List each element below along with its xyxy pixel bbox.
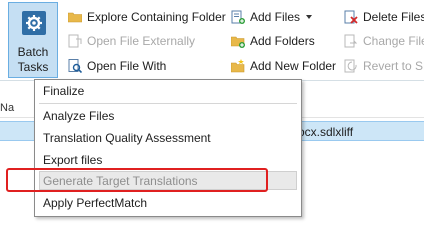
name-column-header[interactable]: Na <box>0 102 14 114</box>
batch-label-line2: Tasks <box>17 60 49 74</box>
delete-files-label: Delete Files <box>363 10 424 24</box>
batch-label-line1: Batch <box>17 45 49 59</box>
ribbon: Batch Tasks Explore Containing Folder Op… <box>0 0 424 81</box>
batch-tasks-menu: Finalize Analyze Files Translation Quali… <box>34 79 302 217</box>
add-files-icon <box>231 10 245 24</box>
menu-item-analyze-files[interactable]: Analyze Files <box>43 106 114 126</box>
highlight-annotation-box <box>6 168 268 192</box>
open-file-externally-button[interactable]: Open File Externally <box>68 31 195 51</box>
change-file-icon <box>344 34 358 48</box>
add-files-label: Add Files <box>250 10 301 24</box>
file-name-cell: ocx.sdlxliff <box>298 125 354 139</box>
menu-item-finalize[interactable]: Finalize <box>43 81 84 101</box>
search-file-icon <box>68 59 83 74</box>
add-new-folder-label: Add New Folder <box>250 59 337 73</box>
change-file-button[interactable]: Change File <box>344 31 424 51</box>
menu-item-apply-perfectmatch[interactable]: Apply PerfectMatch <box>43 193 147 213</box>
explore-containing-folder-button[interactable]: Explore Containing Folder <box>67 7 226 27</box>
new-folder-icon <box>230 59 245 73</box>
open-file-externally-label: Open File Externally <box>87 34 196 48</box>
revert-to-sdl-label: Revert to SD <box>363 59 424 73</box>
external-file-icon <box>68 34 82 48</box>
open-file-with-label: Open File With <box>87 59 167 73</box>
folder-icon <box>67 10 83 24</box>
revert-icon <box>344 59 358 73</box>
explore-containing-folder-label: Explore Containing Folder <box>87 10 226 24</box>
add-folders-label: Add Folders <box>250 34 315 48</box>
delete-files-icon <box>344 10 358 24</box>
add-new-folder-button[interactable]: Add New Folder <box>230 56 337 76</box>
menu-item-translation-quality-assessment[interactable]: Translation Quality Assessment <box>43 128 211 148</box>
delete-files-button[interactable]: Delete Files <box>344 7 424 27</box>
menu-item-export-files[interactable]: Export files <box>43 150 102 170</box>
add-files-button[interactable]: Add Files <box>231 7 313 27</box>
chevron-down-icon <box>306 15 313 19</box>
menu-separator <box>39 103 297 104</box>
gear-icon <box>22 11 46 35</box>
add-folder-icon <box>230 34 245 48</box>
batch-tasks-button[interactable]: Batch Tasks <box>8 2 58 78</box>
change-file-label: Change File <box>363 34 424 48</box>
revert-to-sdl-button[interactable]: Revert to SD <box>344 56 424 76</box>
add-folders-button[interactable]: Add Folders <box>230 31 315 51</box>
open-file-with-button[interactable]: Open File With <box>68 56 166 76</box>
